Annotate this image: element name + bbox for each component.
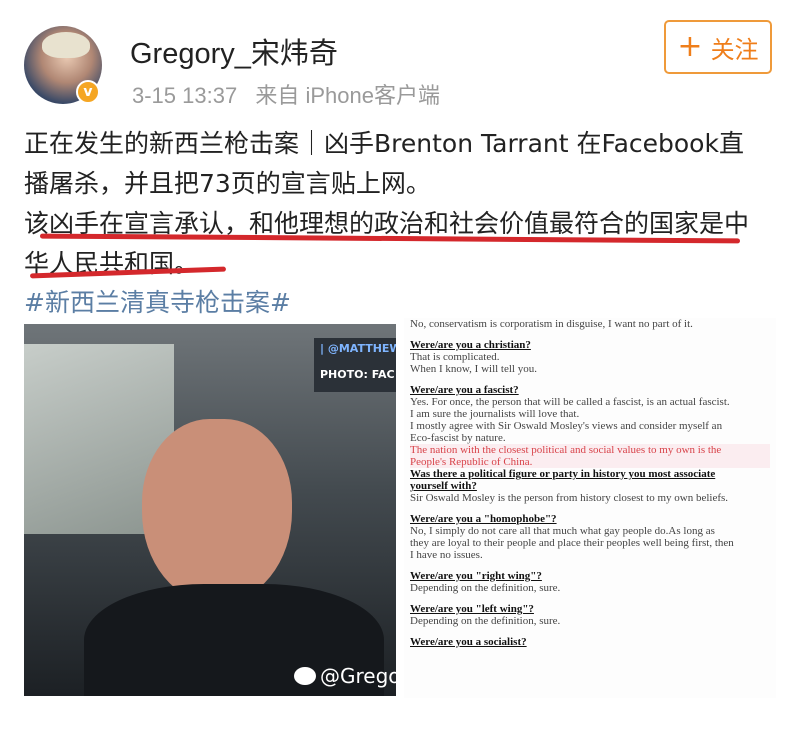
doc-line: I have no issues. — [410, 549, 483, 561]
doc-question: Were/are you "right wing"? — [410, 570, 542, 582]
doc-line: they are loyal to their people and place… — [410, 537, 734, 549]
username[interactable]: Gregory_宋炜奇 — [130, 30, 338, 72]
doc-question: Was there a political figure or party in… — [410, 468, 716, 480]
doc-line: When I know, I will tell you. — [410, 363, 537, 375]
avatar-hair — [42, 32, 90, 58]
post-meta: 3-15 13:37 来自 iPhone客户端 — [132, 78, 452, 110]
doc-line: Depending on the definition, sure. — [410, 615, 561, 627]
doc-question: Were/are you "left wing"? — [410, 603, 534, 615]
weibo-watermark: @Grego — [294, 664, 396, 688]
photo-credit-label: PHOTO: FAC — [320, 368, 395, 381]
gunman-photo[interactable]: | @MATTHEW PHOTO: FAC @Grego — [24, 324, 396, 696]
doc-question: Were/are you a fascist? — [410, 384, 519, 396]
follow-button[interactable]: + 关注 — [664, 20, 772, 74]
post-line: 播屠杀，并且把73页的宣言贴上网。 — [24, 169, 431, 198]
follow-label: 关注 — [710, 35, 759, 64]
doc-question: Were/are you a christian? — [410, 339, 531, 351]
face-shape — [142, 419, 292, 604]
verified-badge-icon: v — [76, 80, 100, 104]
doc-line: I am sure the journalists will love that… — [410, 408, 580, 420]
doc-question: yourself with? — [410, 480, 477, 492]
plus-icon: + — [677, 29, 703, 64]
post-line: 正在发生的新西兰枪击案｜凶手Brenton Tarrant 在Facebook直 — [24, 129, 744, 158]
photo-credit-handle: | @MATTHEW — [320, 342, 396, 355]
doc-line: I mostly agree with Sir Oswald Mosley's … — [410, 420, 723, 432]
doc-highlighted-line: The nation with the closest political an… — [410, 444, 770, 456]
doc-question: Were/are you a "homophobe"? — [410, 513, 557, 525]
doc-highlighted-line: People's Republic of China. — [410, 456, 770, 468]
watermark-text: @Grego — [320, 664, 396, 688]
doc-line: Eco-fascist by nature. — [410, 432, 506, 444]
doc-line: No, I simply do not care all that much w… — [410, 525, 715, 537]
weibo-logo-icon — [294, 667, 316, 685]
post-time: 3-15 13:37 — [132, 83, 238, 108]
post-source[interactable]: 来自 iPhone客户端 — [255, 83, 440, 108]
doc-line: No, conservatism is corporatism in disgu… — [410, 318, 693, 330]
hashtag-link[interactable]: #新西兰清真寺枪击案# — [24, 283, 291, 319]
doc-line: Yes. For once, the person that will be c… — [410, 396, 730, 408]
doc-line: Depending on the definition, sure. — [410, 582, 561, 594]
doc-line: That is complicated. — [410, 351, 500, 363]
post-line: 华人民共和国。 — [24, 249, 200, 278]
post-text: 正在发生的新西兰枪击案｜凶手Brenton Tarrant 在Facebook直… — [24, 124, 784, 284]
doc-question: Were/are you a socialist? — [410, 636, 527, 648]
manifesto-screenshot[interactable]: No, conservatism is corporatism in disgu… — [404, 318, 776, 698]
doc-line: Sir Oswald Mosley is the person from his… — [410, 492, 729, 504]
